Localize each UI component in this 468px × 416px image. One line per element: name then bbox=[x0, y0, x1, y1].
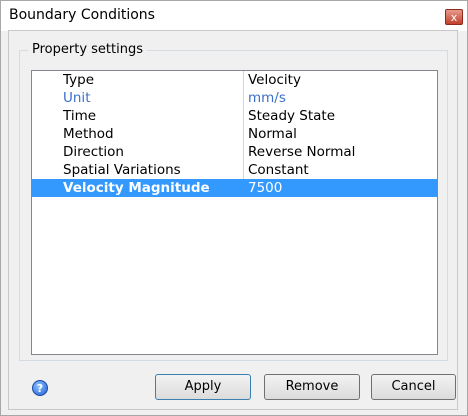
title-bar: Boundary Conditions x bbox=[1, 1, 467, 31]
property-value[interactable]: Normal bbox=[248, 125, 297, 143]
cancel-button[interactable]: Cancel bbox=[371, 374, 456, 400]
property-row-direction[interactable]: Direction Reverse Normal bbox=[32, 143, 437, 161]
remove-button[interactable]: Remove bbox=[264, 374, 360, 400]
property-value[interactable]: mm/s bbox=[248, 89, 286, 107]
close-icon[interactable]: x bbox=[445, 9, 463, 25]
property-row-time[interactable]: Time Steady State bbox=[32, 107, 437, 125]
property-row-spatial-variations[interactable]: Spatial Variations Constant bbox=[32, 161, 437, 179]
property-name: Velocity Magnitude bbox=[63, 180, 210, 196]
property-row-type[interactable]: Type Velocity bbox=[32, 71, 437, 89]
property-name: Method bbox=[63, 126, 114, 142]
property-row-unit[interactable]: Unit mm/s bbox=[32, 89, 437, 107]
property-value[interactable]: Reverse Normal bbox=[248, 143, 355, 161]
property-name: Spatial Variations bbox=[63, 162, 181, 178]
property-grid[interactable]: Type Velocity Unit mm/s Time Steady Stat… bbox=[31, 70, 438, 355]
property-row-method[interactable]: Method Normal bbox=[32, 125, 437, 143]
apply-button[interactable]: Apply bbox=[155, 374, 251, 400]
property-name: Unit bbox=[63, 90, 91, 106]
property-name: Direction bbox=[63, 144, 124, 160]
property-value[interactable]: Steady State bbox=[248, 107, 335, 125]
property-name: Time bbox=[63, 108, 97, 124]
group-legend: Property settings bbox=[28, 42, 147, 57]
property-value-input[interactable]: 7500 bbox=[248, 179, 282, 197]
property-row-velocity-magnitude[interactable]: Velocity Magnitude 7500 bbox=[32, 179, 437, 197]
help-icon[interactable]: ? bbox=[32, 380, 48, 396]
window-title: Boundary Conditions bbox=[9, 7, 155, 23]
property-name: Type bbox=[63, 72, 95, 88]
property-value[interactable]: Constant bbox=[248, 161, 309, 179]
property-value[interactable]: Velocity bbox=[248, 71, 301, 89]
